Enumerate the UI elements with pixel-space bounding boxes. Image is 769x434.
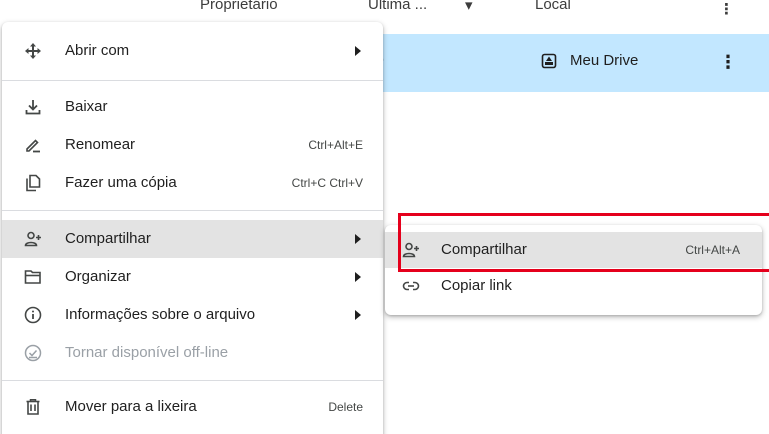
file-info-label: Informações sobre o arquivo xyxy=(65,306,256,323)
rename-shortcut: Ctrl+Alt+E xyxy=(308,138,363,152)
trash-icon xyxy=(26,399,40,415)
menu-item-open-with[interactable]: Abrir com xyxy=(2,32,383,70)
column-location[interactable]: Local xyxy=(535,0,571,13)
copy-link-label: Copiar link xyxy=(441,277,512,294)
menu-item-trash[interactable]: Mover para a lixeira Delete xyxy=(2,388,383,426)
make-offline-label: Tornar disponível off-line xyxy=(65,344,229,361)
menu-item-file-info[interactable]: Informações sobre o arquivo xyxy=(2,296,383,334)
submenu-arrow-icon xyxy=(355,46,361,56)
row-more-icon[interactable]: ⋮ xyxy=(719,53,737,71)
menu-item-make-offline: Tornar disponível off-line xyxy=(2,334,383,372)
trash-label: Mover para a lixeira xyxy=(65,398,197,415)
organize-label: Organizar xyxy=(65,268,131,285)
share-label: Compartilhar xyxy=(65,230,151,247)
menu-divider xyxy=(2,80,383,81)
offline-check-icon xyxy=(24,344,42,362)
header-more-icon[interactable]: ⋮ xyxy=(719,2,734,17)
move-arrows-icon xyxy=(25,43,41,59)
make-copy-shortcut: Ctrl+C Ctrl+V xyxy=(291,176,363,190)
menu-divider xyxy=(2,210,383,211)
rename-label: Renomear xyxy=(65,136,136,153)
file-location: Meu Drive xyxy=(570,52,639,69)
submenu-arrow-icon xyxy=(355,272,361,282)
download-icon xyxy=(25,100,41,115)
download-label: Baixar xyxy=(65,98,108,115)
menu-item-organize[interactable]: Organizar xyxy=(2,258,383,296)
folder-open-icon xyxy=(24,270,41,284)
copy-icon xyxy=(26,174,41,192)
submenu-arrow-icon xyxy=(355,234,361,244)
annotation-highlight-box xyxy=(398,213,769,272)
context-menu: Abrir com Baixar Renomear Ctrl+Alt+E Faz… xyxy=(2,22,383,434)
menu-item-share[interactable]: Compartilhar xyxy=(2,220,383,258)
pencil-icon xyxy=(26,139,40,153)
submenu-arrow-icon xyxy=(355,310,361,320)
person-add-icon xyxy=(24,231,41,247)
submenu-item-copy-link[interactable]: Copiar link xyxy=(385,268,762,304)
trash-shortcut: Delete xyxy=(328,400,363,414)
selected-file-row[interactable]: 40 Meu Drive ⋮ xyxy=(345,34,769,92)
link-icon xyxy=(402,281,420,291)
open-with-label: Abrir com xyxy=(65,42,130,59)
make-copy-label: Fazer uma cópia xyxy=(65,174,177,191)
menu-item-make-copy[interactable]: Fazer uma cópia Ctrl+C Ctrl+V xyxy=(2,164,383,202)
drive-icon xyxy=(541,53,557,69)
menu-divider xyxy=(2,380,383,381)
info-icon xyxy=(24,306,42,324)
column-owner[interactable]: Proprietário xyxy=(200,0,278,13)
menu-item-rename[interactable]: Renomear Ctrl+Alt+E xyxy=(2,126,383,164)
sort-down-icon[interactable]: ▾ xyxy=(465,0,473,14)
column-last-modified[interactable]: Última ... xyxy=(368,0,427,13)
menu-item-download[interactable]: Baixar xyxy=(2,88,383,126)
